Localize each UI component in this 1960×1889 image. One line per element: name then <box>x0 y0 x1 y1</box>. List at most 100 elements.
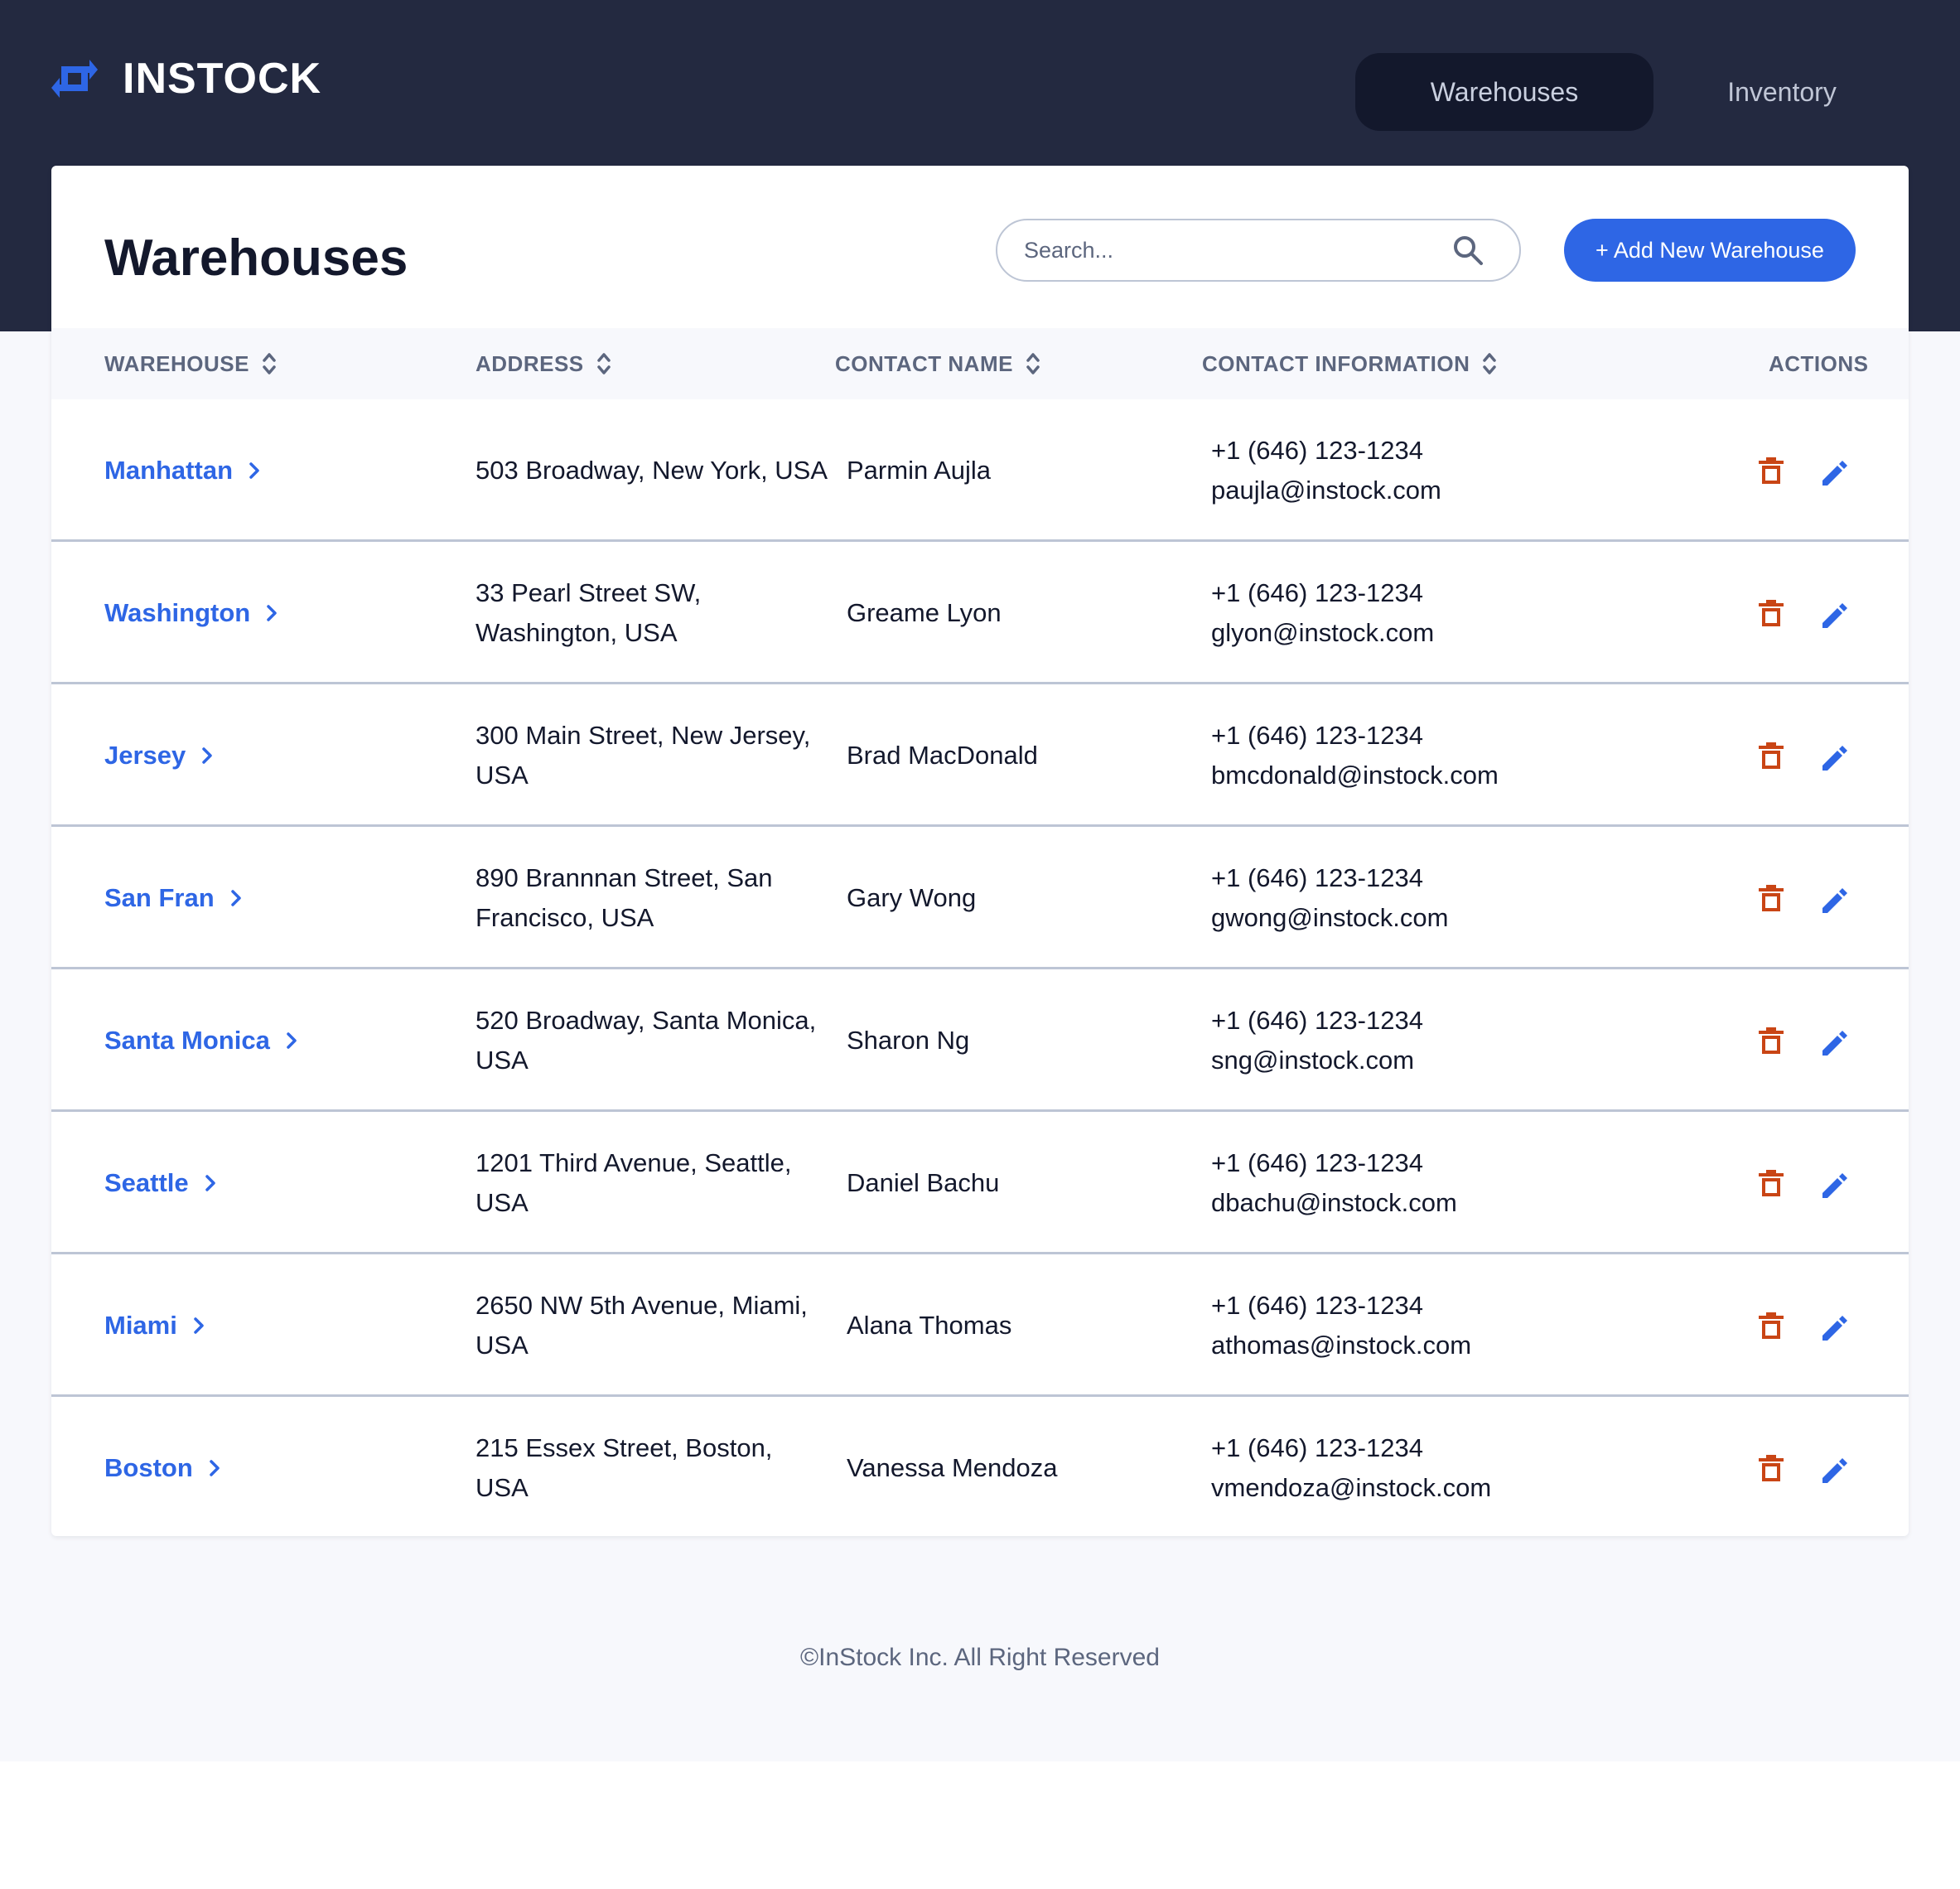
address-line: 503 Broadway, New York, USA <box>476 456 828 485</box>
trash-icon[interactable] <box>1756 597 1786 630</box>
pencil-icon[interactable] <box>1819 1452 1849 1485</box>
warehouse-link[interactable]: Boston <box>104 1453 224 1483</box>
column-header-contact-information[interactable]: CONTACT INFORMATION <box>1202 328 1498 399</box>
table-row: Miami 2650 NW 5th Avenue, Miami, USA Ala… <box>51 1254 1909 1397</box>
swap-arrows-icon <box>51 60 98 98</box>
trash-icon[interactable] <box>1756 739 1786 772</box>
address-line: 33 Pearl Street SW, <box>476 578 702 607</box>
pencil-icon[interactable] <box>1819 739 1849 772</box>
column-header-warehouse[interactable]: WAREHOUSE <box>104 328 278 399</box>
contact-name: Gary Wong <box>847 883 977 912</box>
column-label: ACTIONS <box>1769 350 1869 376</box>
trash-icon[interactable] <box>1756 454 1786 487</box>
contact-name: Brad MacDonald <box>847 741 1038 770</box>
warehouse-cell: Boston <box>104 1397 224 1539</box>
actions-cell <box>1756 399 1849 542</box>
table-row: Boston 215 Essex Street, Boston, USA Van… <box>51 1397 1909 1539</box>
warehouse-link[interactable]: Jersey <box>104 741 217 771</box>
nav-warehouses[interactable]: Warehouses <box>1355 53 1653 131</box>
warehouse-link[interactable]: Seattle <box>104 1168 220 1198</box>
search-icon[interactable] <box>1451 234 1484 267</box>
address-line: 300 Main Street, New Jersey, <box>476 721 811 750</box>
contact-phone: +1 (646) 123-1234 <box>1211 1433 1423 1462</box>
actions-cell <box>1756 542 1849 684</box>
table-row: Washington 33 Pearl Street SW, Washingto… <box>51 542 1909 684</box>
contact-info-cell: +1 (646) 123-1234 athomas@instock.com <box>1211 1254 1471 1397</box>
column-header-address[interactable]: ADDRESS <box>476 328 612 399</box>
table-row: Jersey 300 Main Street, New Jersey, USA … <box>51 684 1909 827</box>
warehouse-name: Jersey <box>104 741 186 770</box>
column-header-actions: ACTIONS <box>1769 328 1869 399</box>
column-label: CONTACT INFORMATION <box>1202 350 1470 376</box>
address-cell: 2650 NW 5th Avenue, Miami, USA <box>476 1254 832 1397</box>
pencil-icon[interactable] <box>1819 1167 1849 1200</box>
chevron-right-icon <box>287 1032 297 1049</box>
table-row: Manhattan 503 Broadway, New York, USA Pa… <box>51 399 1909 542</box>
contact-info-cell: +1 (646) 123-1234 glyon@instock.com <box>1211 542 1434 684</box>
table-header: WAREHOUSE ADDRESS CONTACT NAME CONTACT I… <box>51 328 1909 399</box>
address-line: Washington, USA <box>476 618 678 647</box>
pencil-icon[interactable] <box>1819 1024 1849 1057</box>
app-name: INSTOCK <box>123 55 322 103</box>
address-line: Francisco, USA <box>476 903 654 932</box>
address-cell: 33 Pearl Street SW, Washington, USA <box>476 542 832 684</box>
warehouse-name: Seattle <box>104 1168 189 1197</box>
trash-icon[interactable] <box>1756 1452 1786 1485</box>
warehouse-name: Boston <box>104 1453 193 1482</box>
add-warehouse-button[interactable]: + Add New Warehouse <box>1564 219 1856 282</box>
address-line: USA <box>476 1188 529 1217</box>
trash-icon[interactable] <box>1756 1167 1786 1200</box>
address-line: 890 Brannnan Street, San <box>476 863 773 892</box>
address-cell: 300 Main Street, New Jersey, USA <box>476 684 832 827</box>
contact-info-cell: +1 (646) 123-1234 bmcdonald@instock.com <box>1211 684 1499 827</box>
actions-cell <box>1756 1397 1849 1539</box>
chevron-right-icon <box>205 1175 215 1191</box>
warehouse-link[interactable]: Manhattan <box>104 456 264 486</box>
logo[interactable]: INSTOCK <box>50 51 321 106</box>
address-line: 2650 NW 5th Avenue, Miami, <box>476 1291 808 1320</box>
pencil-icon[interactable] <box>1819 882 1849 915</box>
table-row: Seattle 1201 Third Avenue, Seattle, USA … <box>51 1112 1909 1254</box>
contact-email: vmendoza@instock.com <box>1211 1473 1492 1502</box>
contact-email: sng@instock.com <box>1211 1046 1415 1075</box>
warehouse-link[interactable]: San Fran <box>104 883 246 913</box>
warehouse-link[interactable]: Santa Monica <box>104 1026 302 1056</box>
table-row: Santa Monica 520 Broadway, Santa Monica,… <box>51 969 1909 1112</box>
contact-email: athomas@instock.com <box>1211 1331 1472 1360</box>
address-line: USA <box>476 1046 529 1075</box>
trash-icon[interactable] <box>1756 1309 1786 1342</box>
trash-icon[interactable] <box>1756 1024 1786 1057</box>
contact-phone: +1 (646) 123-1234 <box>1211 863 1423 892</box>
contact-info-cell: +1 (646) 123-1234 paujla@instock.com <box>1211 399 1441 542</box>
address-cell: 1201 Third Avenue, Seattle, USA <box>476 1112 832 1254</box>
sort-icon[interactable] <box>596 347 612 380</box>
pencil-icon[interactable] <box>1819 1309 1849 1342</box>
warehouse-link[interactable]: Miami <box>104 1311 209 1341</box>
warehouses-card: Warehouses + Add New Warehouse WAREHOUSE… <box>51 166 1909 1536</box>
contact-phone: +1 (646) 123-1234 <box>1211 1291 1423 1320</box>
trash-icon[interactable] <box>1756 882 1786 915</box>
warehouse-cell: Seattle <box>104 1112 220 1254</box>
warehouse-name: Washington <box>104 598 251 627</box>
column-header-contact-name[interactable]: CONTACT NAME <box>835 328 1041 399</box>
contact-email: glyon@instock.com <box>1211 618 1435 647</box>
warehouse-link[interactable]: Washington <box>104 598 282 628</box>
address-line: USA <box>476 1331 529 1360</box>
search-box[interactable] <box>996 219 1521 282</box>
warehouse-name: Miami <box>104 1311 177 1340</box>
table-row: San Fran 890 Brannnan Street, San Franci… <box>51 827 1909 969</box>
address-line: 215 Essex Street, Boston, USA <box>476 1433 773 1502</box>
search-input[interactable] <box>1024 237 1451 263</box>
nav-inventory[interactable]: Inventory <box>1653 53 1910 131</box>
pencil-icon[interactable] <box>1819 597 1849 630</box>
contact-name: Greame Lyon <box>847 598 1002 627</box>
sort-icon[interactable] <box>1025 347 1041 380</box>
sort-icon[interactable] <box>261 347 278 380</box>
column-label: WAREHOUSE <box>104 350 249 376</box>
contact-name: Sharon Ng <box>847 1026 970 1055</box>
sort-icon[interactable] <box>1481 347 1498 380</box>
warehouse-name: San Fran <box>104 883 215 912</box>
warehouse-cell: Jersey <box>104 684 217 827</box>
warehouse-table-body: Manhattan 503 Broadway, New York, USA Pa… <box>51 399 1909 1539</box>
pencil-icon[interactable] <box>1819 454 1849 487</box>
